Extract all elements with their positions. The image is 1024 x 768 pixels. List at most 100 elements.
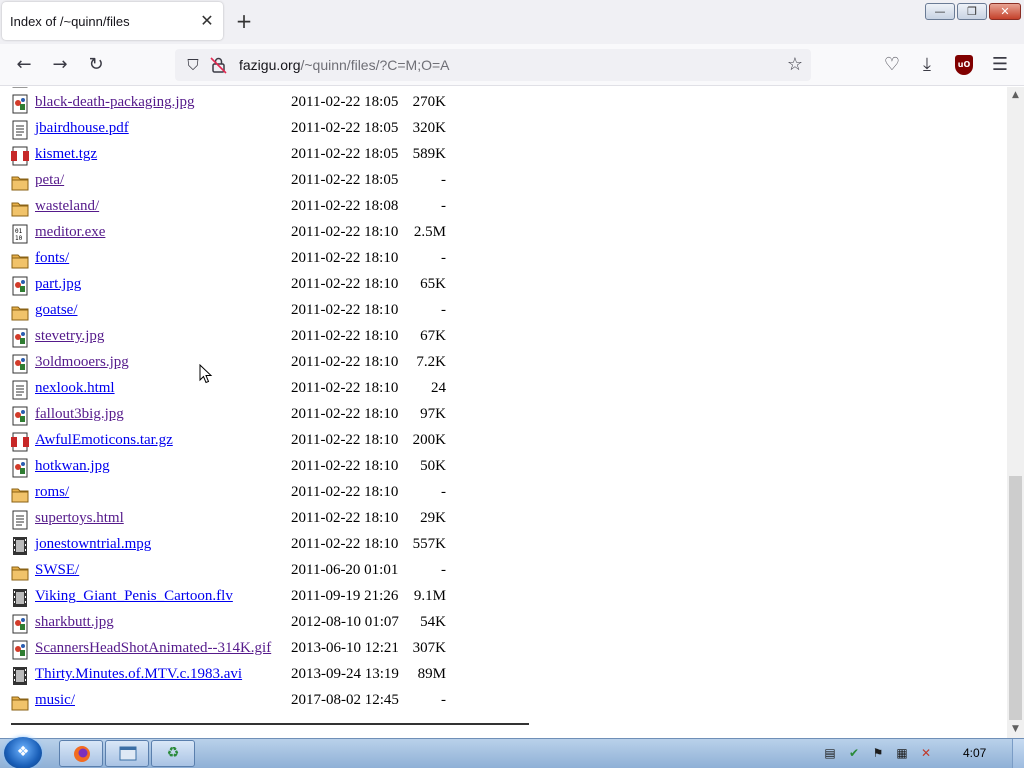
file-link[interactable]: ScannersHeadShotAnimated--314K.gif <box>35 640 271 657</box>
table-row: Thirty.Minutes.of.MTV.c.1983.avi 2013-09-… <box>0 662 520 688</box>
movie-file-icon <box>13 589 27 607</box>
shield-icon[interactable]: ⛉ <box>181 53 205 77</box>
file-link[interactable]: Thirty.Minutes.of.MTV.c.1983.avi <box>35 666 242 683</box>
table-row: black-death-packaging.jpg 2011-02-22 18:0… <box>0 90 520 116</box>
file-size: 9.1M <box>413 588 446 604</box>
taskbar-clock[interactable]: 4:07 <box>963 746 986 760</box>
movie-file-icon <box>13 537 27 555</box>
taskbar-firefox[interactable] <box>59 740 103 767</box>
folder-file-icon <box>11 566 29 581</box>
file-link[interactable]: sharkbutt.jpg <box>35 614 114 631</box>
close-icon: ✕ <box>1000 5 1010 18</box>
tab-active[interactable]: Index of /~quinn/files ✕ <box>2 2 223 40</box>
file-size: - <box>441 250 446 266</box>
table-row: sharkbutt.jpg 2012-08-10 01:07 54K <box>0 610 520 636</box>
file-size: 67K <box>420 328 446 344</box>
taskbar-recycle[interactable]: ♻ <box>151 740 195 767</box>
tray-document-icon[interactable]: ▤ <box>822 745 838 761</box>
file-date: 2011-09-19 21:26 <box>291 588 399 604</box>
image-file-icon <box>12 406 28 426</box>
file-link[interactable]: SWSE/ <box>35 562 79 579</box>
file-link[interactable]: stevetry.jpg <box>35 328 104 345</box>
tray-security-icon[interactable]: ✔ <box>846 745 862 761</box>
file-size: 97K <box>420 406 446 422</box>
forward-icon[interactable]: → <box>48 53 72 77</box>
file-link[interactable]: wasteland/ <box>35 198 99 215</box>
file-date: 2011-02-22 18:10 <box>291 406 399 422</box>
file-date: 2011-02-22 18:05 <box>291 172 399 188</box>
file-link[interactable]: jonestowntrial.mpg <box>35 536 151 553</box>
file-date: 2011-02-22 18:10 <box>291 484 399 500</box>
ublock-origin-icon[interactable]: uO <box>955 55 973 75</box>
pocket-icon[interactable]: ♡ <box>880 53 904 77</box>
show-desktop-button[interactable] <box>1012 739 1024 768</box>
scroll-up-arrow-icon[interactable]: ▲ <box>1007 87 1024 104</box>
file-date: 2011-02-22 18:10 <box>291 458 399 474</box>
file-link[interactable]: supertoys.html <box>35 510 124 527</box>
file-link[interactable]: meditor.exe <box>35 224 105 241</box>
address-bar[interactable]: ⛉ fazigu.org/~quinn/files/?C=M;O=A ☆ <box>175 49 811 81</box>
bookmark-star-icon[interactable]: ☆ <box>783 53 807 77</box>
compressed-file-icon <box>11 146 29 166</box>
back-icon[interactable]: ← <box>12 53 36 77</box>
tray-network-icon[interactable]: ▦ <box>894 745 910 761</box>
taskbar-window[interactable] <box>105 740 149 767</box>
file-link[interactable]: AwfulEmoticons.tar.gz <box>35 432 173 449</box>
file-size: - <box>441 172 446 188</box>
file-link[interactable]: part.jpg <box>35 276 81 293</box>
start-button[interactable]: ❖ <box>4 737 42 768</box>
restore-button[interactable]: ❐ <box>957 3 987 20</box>
folder-file-icon <box>11 696 29 711</box>
file-size: 54K <box>420 614 446 630</box>
close-tab-icon[interactable]: ✕ <box>198 12 216 30</box>
scrollbar-thumb[interactable] <box>1009 476 1022 720</box>
file-link[interactable]: nexlook.html <box>35 380 115 397</box>
file-date: 2011-02-22 18:10 <box>291 224 399 240</box>
file-link[interactable]: peta/ <box>35 172 64 189</box>
menu-icon[interactable]: ☰ <box>988 53 1012 77</box>
folder-file-icon <box>11 254 29 269</box>
file-link[interactable]: fallout3big.jpg <box>35 406 124 423</box>
image-file-icon <box>12 94 28 114</box>
window-icon <box>119 746 137 761</box>
scroll-down-arrow-icon[interactable]: ▼ <box>1007 721 1024 738</box>
file-link[interactable]: jbairdhouse.pdf <box>35 120 129 137</box>
new-tab-icon[interactable]: + <box>233 10 255 32</box>
reload-icon[interactable]: ↻ <box>84 53 108 77</box>
table-row: SWSE/2011-06-20 01:01 - <box>0 558 520 584</box>
minimize-button[interactable]: — <box>925 3 955 20</box>
tab-strip: Index of /~quinn/files ✕ + — ❐ ✕ <box>0 0 1024 44</box>
directory-listing: black-death-packaging.jpg 2011-02-22 18:0… <box>0 87 1007 738</box>
file-link[interactable]: Viking_Giant_Penis_Cartoon.flv <box>35 588 233 605</box>
table-row: 01 10 meditor.exe 2011-02-22 18:10 2.5M <box>0 220 520 246</box>
file-date: 2017-08-02 12:45 <box>291 692 399 708</box>
file-date: 2011-06-20 01:01 <box>291 562 399 578</box>
vertical-scrollbar[interactable]: ▲ ▼ <box>1007 87 1024 738</box>
folder-file-icon <box>11 176 29 191</box>
tray-flag-icon[interactable]: ⚑ <box>870 745 886 761</box>
file-size: - <box>441 302 446 318</box>
file-link[interactable]: music/ <box>35 692 75 709</box>
close-window-button[interactable]: ✕ <box>989 3 1021 20</box>
file-link[interactable]: hotkwan.jpg <box>35 458 110 475</box>
tray-volume-muted-icon[interactable]: ✕ <box>918 745 934 761</box>
file-link[interactable]: fonts/ <box>35 250 69 267</box>
file-link[interactable]: black-death-packaging.jpg <box>35 94 195 111</box>
image-file-icon <box>12 614 28 634</box>
file-link[interactable]: goatse/ <box>35 302 78 319</box>
file-icon-partial <box>12 87 28 88</box>
downloads-icon[interactable]: ⤓ <box>915 53 939 77</box>
file-date: 2011-02-22 18:08 <box>291 198 399 214</box>
file-size: 29K <box>420 510 446 526</box>
url-text[interactable]: fazigu.org/~quinn/files/?C=M;O=A <box>239 57 450 73</box>
table-row: music/2017-08-02 12:45 - <box>0 688 520 714</box>
file-link[interactable]: kismet.tgz <box>35 146 97 163</box>
file-size: 589K <box>412 146 446 162</box>
svg-text:10: 10 <box>15 235 23 242</box>
file-link[interactable]: 3oldmooers.jpg <box>35 354 129 371</box>
text-file-icon <box>12 510 28 530</box>
table-row: jonestowntrial.mpg 2011-02-22 18:10 557K <box>0 532 520 558</box>
insecure-lock-icon[interactable] <box>210 56 228 74</box>
file-link[interactable]: roms/ <box>35 484 69 501</box>
file-date: 2011-02-22 18:10 <box>291 380 399 396</box>
